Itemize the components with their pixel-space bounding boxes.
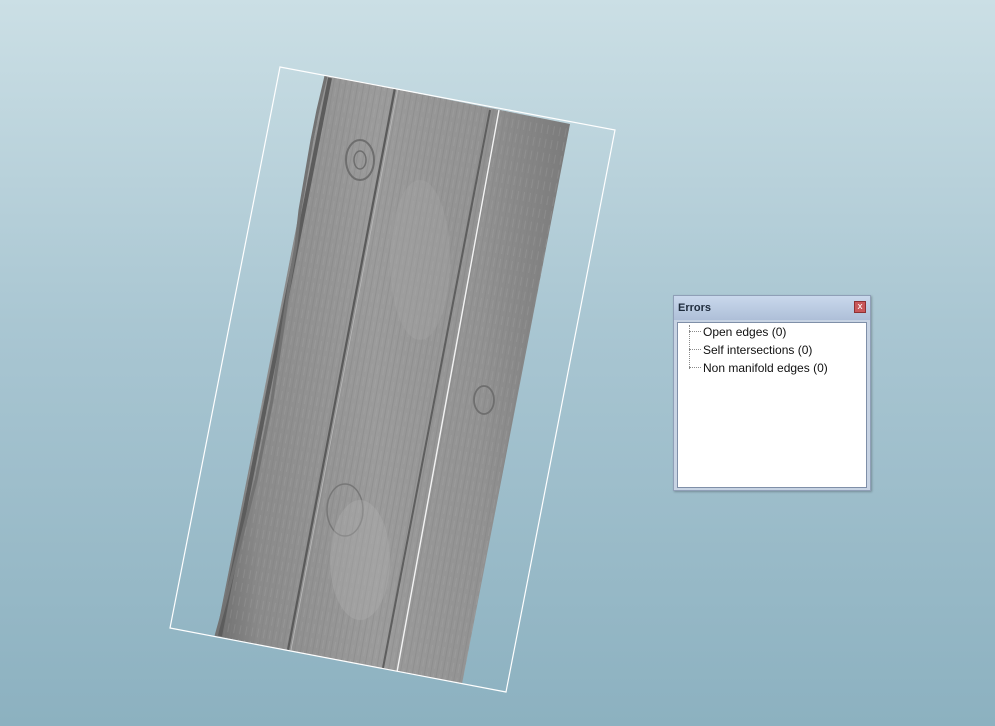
close-icon[interactable]: x: [854, 301, 866, 313]
tree-branch-line: [689, 367, 701, 368]
3d-viewport[interactable]: Errors x Open edges (0) Self intersectio…: [0, 0, 995, 726]
tree-branch-line: [689, 331, 701, 332]
tree-item-self-intersections[interactable]: Self intersections (0): [678, 341, 866, 359]
errors-tree[interactable]: Open edges (0) Self intersections (0) No…: [677, 322, 867, 488]
tree-branch-line: [689, 349, 701, 350]
wood-plank-model[interactable]: [150, 40, 650, 726]
errors-title: Errors: [678, 302, 712, 314]
tree-item-non-manifold-edges[interactable]: Non manifold edges (0): [678, 359, 866, 377]
tree-item-label: Self intersections (0): [703, 343, 813, 357]
tree-item-label: Open edges (0): [703, 325, 787, 339]
tree-item-label: Non manifold edges (0): [703, 361, 828, 375]
plank-texture: [216, 76, 570, 684]
errors-titlebar[interactable]: Errors x: [674, 296, 870, 320]
errors-panel: Errors x Open edges (0) Self intersectio…: [673, 295, 871, 491]
tree-item-open-edges[interactable]: Open edges (0): [678, 323, 866, 341]
